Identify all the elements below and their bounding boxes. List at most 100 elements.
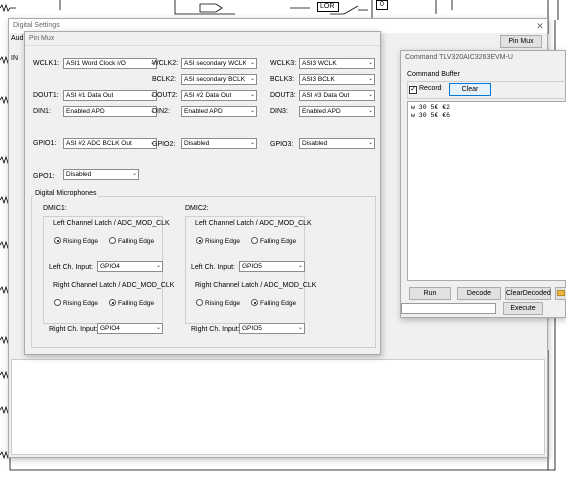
radio-icon <box>251 237 258 244</box>
dmic1-left-rising-radio[interactable]: Rising Edge <box>54 237 98 246</box>
dmic1-left-falling-radio[interactable]: Falling Edge <box>109 237 154 246</box>
chevron-down-icon: ⌄ <box>297 263 303 269</box>
schematic-value-box[interactable]: 0 <box>376 0 388 10</box>
dmic2-right-rising-radio[interactable]: Rising Edge <box>196 299 240 308</box>
gpo1-select[interactable]: Disabled ⌄ <box>63 169 139 180</box>
gpio1-select[interactable]: ASI #2 ADC BCLK Out ⌄ <box>63 138 157 149</box>
dmic1-right-rising-label: Rising Edge <box>63 300 99 307</box>
checkmark-icon: ✓ <box>409 86 417 94</box>
command-window-titlebar[interactable]: Command TLV320AIC3263EVM-U <box>401 51 565 65</box>
dmic1-left-input-select[interactable]: GPIO4 ⌄ <box>97 261 163 272</box>
dmic2-right-falling-radio[interactable]: Falling Edge <box>251 299 296 308</box>
gpio2-value: Disabled <box>184 140 210 147</box>
gpio2-select[interactable]: Disabled ⌄ <box>181 138 257 149</box>
record-label: Record <box>419 85 442 92</box>
din3-select[interactable]: Enabled APD ⌄ <box>299 106 375 117</box>
decode-button[interactable]: Decode <box>457 287 501 300</box>
gpio2-label: GPIO2: <box>152 141 176 148</box>
wclk1-label: WCLK1: <box>33 60 60 67</box>
dmic2-left-input-label: Left Ch. Input: <box>191 264 235 271</box>
record-checkbox[interactable]: ✓ Record <box>409 85 442 94</box>
chevron-down-icon: ⌄ <box>155 263 161 269</box>
digital-settings-title: Digital Settings <box>13 22 60 29</box>
chevron-down-icon: ⌄ <box>249 108 255 114</box>
din2-label: DIN2: <box>152 108 170 115</box>
wclk1-value: ASI1 Word Clock I/O <box>66 60 126 67</box>
dmic2-left-rising-radio[interactable]: Rising Edge <box>196 237 240 246</box>
wclk2-label: WCLK2: <box>152 60 179 67</box>
pin-mux-button[interactable]: Pin Mux <box>500 35 542 48</box>
bclk3-value: ASI3 BCLK <box>302 76 335 83</box>
dmic2-left-falling-radio[interactable]: Falling Edge <box>251 237 296 246</box>
gpio3-value: Disabled <box>302 140 328 147</box>
chevron-down-icon: ⌄ <box>367 60 373 66</box>
clear-decoded-button[interactable]: ClearDecoded <box>505 287 551 300</box>
dout2-select[interactable]: ASI #2 Data Out ⌄ <box>181 90 257 101</box>
dmic2-right-rising-label: Rising Edge <box>205 300 241 307</box>
dmic2-right-input-select[interactable]: GPIO5 ⌄ <box>239 323 305 334</box>
command-window: Command TLV320AIC3263EVM-U Command Buffe… <box>400 50 566 318</box>
wclk3-label: WCLK3: <box>270 60 297 67</box>
command-input[interactable] <box>401 303 496 314</box>
chevron-down-icon: ⌄ <box>367 140 373 146</box>
digital-settings-side-label-2: IN <box>11 55 18 62</box>
execute-button[interactable]: Execute <box>503 302 543 315</box>
bclk3-label: BCLK3: <box>270 76 295 83</box>
dmic2-left-falling-label: Falling Edge <box>260 238 297 245</box>
dmic2-right-input-label: Right Ch. Input: <box>191 326 240 333</box>
dmic1-right-input-select[interactable]: GPIO4 ⌄ <box>97 323 163 334</box>
dmic1-left-latch-title: Left Channel Latch / ADC_MOD_CLK <box>53 220 170 227</box>
pin-mux-window: Pin Mux WCLK1: ASI1 Word Clock I/O ⌄ DOUT… <box>24 31 381 355</box>
radio-icon <box>54 299 61 306</box>
bclk3-select[interactable]: ASI3 BCLK ⌄ <box>299 74 375 85</box>
wclk2-select[interactable]: ASI secondary WCLK ⌄ <box>181 58 257 69</box>
gpio3-label: GPIO3: <box>270 141 294 148</box>
command-buffer-textarea[interactable]: w 30 5€ €2 w 30 5€ €6 <box>407 101 566 281</box>
dmic1-right-input-label: Right Ch. Input: <box>49 326 98 333</box>
radio-selected-icon <box>251 299 258 306</box>
dmic2-left-rising-label: Rising Edge <box>205 238 241 245</box>
dout3-select[interactable]: ASI #3 Data Out ⌄ <box>299 90 375 101</box>
din3-label: DIN3: <box>270 108 288 115</box>
bclk2-select[interactable]: ASI secondary BCLK ⌄ <box>181 74 257 85</box>
dout1-value: ASI #1 Data Out <box>66 92 114 99</box>
chevron-down-icon: ⌄ <box>367 92 373 98</box>
clear-button[interactable]: Clear <box>449 83 491 96</box>
dmic1-right-falling-label: Falling Edge <box>118 300 155 307</box>
command-buffer-label: Command Buffer <box>407 71 460 78</box>
command-line: w 30 5€ €2 <box>411 104 451 111</box>
chevron-down-icon: ⌄ <box>249 92 255 98</box>
din3-value: Enabled APD <box>302 108 341 115</box>
dmic2-right-falling-label: Falling Edge <box>260 300 297 307</box>
gpio1-value: ASI #2 ADC BCLK Out <box>66 140 132 147</box>
lor-label: LOR <box>317 2 339 12</box>
digital-settings-content-area <box>11 359 545 455</box>
dout1-label: DOUT1: <box>33 92 59 99</box>
dout1-select[interactable]: ASI #1 Data Out ⌄ <box>63 90 157 101</box>
dmic2-left-input-value: GPIO5 <box>242 263 262 270</box>
close-icon[interactable]: ✕ <box>535 21 545 31</box>
din2-select[interactable]: Enabled APD ⌄ <box>181 106 257 117</box>
chevron-down-icon: ⌄ <box>155 325 161 331</box>
dmic1-left-falling-label: Falling Edge <box>118 238 155 245</box>
dmic1-right-falling-radio[interactable]: Falling Edge <box>109 299 154 308</box>
open-folder-button[interactable] <box>555 287 566 300</box>
bclk2-label: BCLK2: <box>152 76 177 83</box>
dmic1-right-input-value: GPIO4 <box>100 325 120 332</box>
run-button[interactable]: Run <box>409 287 451 300</box>
command-line: w 30 5€ €6 <box>411 112 451 119</box>
dmic2-left-input-select[interactable]: GPIO5 ⌄ <box>239 261 305 272</box>
gpio3-select[interactable]: Disabled ⌄ <box>299 138 375 149</box>
wclk2-value: ASI secondary WCLK <box>184 60 246 67</box>
wclk3-select[interactable]: ASI3 WCLK ⌄ <box>299 58 375 69</box>
pin-mux-titlebar[interactable]: Pin Mux <box>25 32 380 46</box>
gpo1-value: Disabled <box>66 171 92 178</box>
dmic1-right-rising-radio[interactable]: Rising Edge <box>54 299 98 308</box>
dout3-label: DOUT3: <box>270 92 296 99</box>
dmic2-left-latch-title: Left Channel Latch / ADC_MOD_CLK <box>195 220 312 227</box>
din1-select[interactable]: Enabled APD ⌄ <box>63 106 157 117</box>
gpo1-label: GPO1: <box>33 173 55 180</box>
dmic2-right-latch-title: Right Channel Latch / ADC_MOD_CLK <box>195 282 317 289</box>
wclk1-select[interactable]: ASI1 Word Clock I/O ⌄ <box>63 58 157 69</box>
dout3-value: ASI #3 Data Out <box>302 92 350 99</box>
